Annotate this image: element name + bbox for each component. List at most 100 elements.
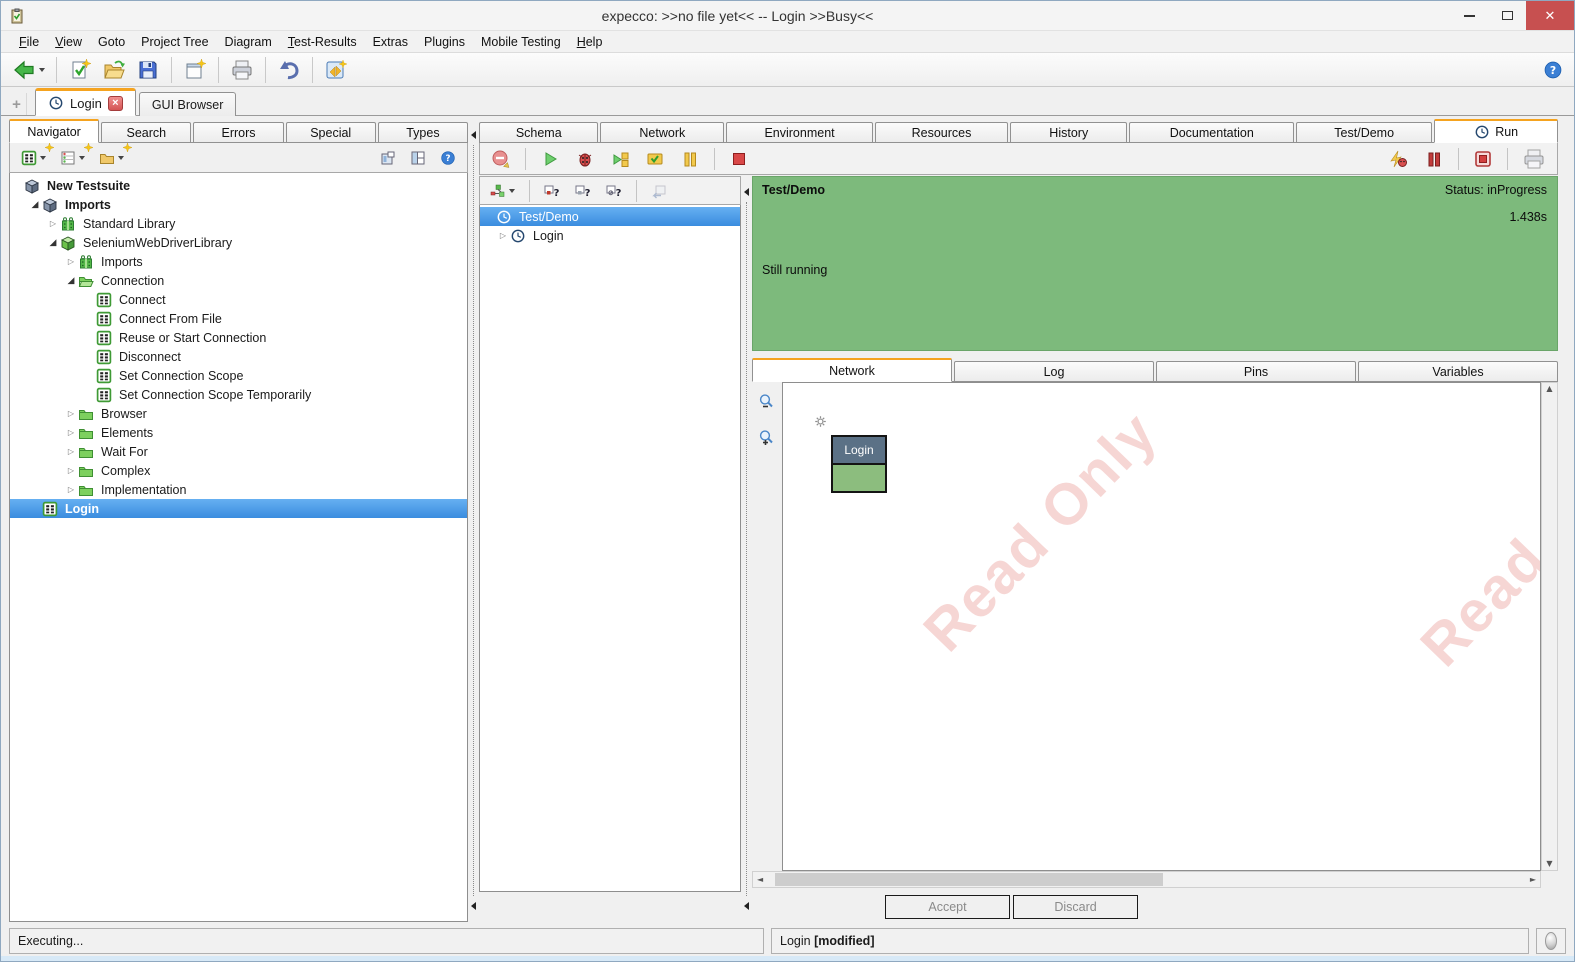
tree-item-browser[interactable]: ▷ Browser (10, 404, 467, 423)
new-testcase-button[interactable] (16, 147, 51, 169)
maximize-button[interactable] (1488, 1, 1526, 30)
tree-item-wait-for[interactable]: ▷ Wait For (10, 442, 467, 461)
debug-run-button[interactable] (570, 146, 600, 172)
activity-item-test-demo[interactable]: Test/Demo (480, 207, 740, 226)
tab-navigator[interactable]: Navigator (9, 119, 99, 143)
undo-button[interactable] (272, 55, 306, 85)
expander-closed-icon[interactable]: ▷ (64, 485, 78, 494)
check-suite-button[interactable] (63, 55, 97, 85)
find-step-button[interactable]: ? (570, 180, 596, 202)
dropdown-icon[interactable] (79, 156, 85, 160)
settings-button[interactable] (319, 55, 353, 85)
menu-goto[interactable]: Goto (90, 33, 133, 51)
zoom-out-button[interactable] (753, 390, 781, 414)
expander-open-icon[interactable]: ◢ (46, 238, 60, 248)
tree-item-connect[interactable]: Connect (10, 290, 467, 309)
tab-gui-browser[interactable]: GUI Browser (139, 92, 237, 116)
expander-closed-icon[interactable]: ▷ (46, 219, 60, 228)
menu-file[interactable]: File (11, 33, 47, 51)
tab-network[interactable]: Network (600, 122, 724, 143)
tab-result-log[interactable]: Log (954, 361, 1154, 382)
step-button[interactable] (605, 146, 635, 172)
schema-splitter[interactable] (741, 176, 752, 922)
login-node[interactable]: Login (831, 435, 887, 493)
tab-login[interactable]: Login × (35, 88, 136, 116)
stop-button[interactable] (724, 146, 754, 172)
new-window-button[interactable] (178, 55, 212, 85)
expander-closed-icon[interactable]: ▷ (64, 447, 78, 456)
tab-environment[interactable]: Environment (726, 122, 873, 143)
accept-button[interactable]: Accept (885, 895, 1010, 919)
tree-item-implementation[interactable]: ▷ Implementation (10, 480, 467, 499)
tree-item-elements[interactable]: ▷ Elements (10, 423, 467, 442)
new-folder-button[interactable] (94, 147, 129, 169)
login-node-header[interactable]: Login (833, 437, 885, 463)
new-list-button[interactable] (55, 147, 90, 169)
horizontal-scrollbar[interactable]: ◄ ► (752, 871, 1541, 888)
help-button[interactable] (1538, 57, 1568, 83)
run-with-report-button[interactable] (640, 146, 670, 172)
menu-project-tree[interactable]: Project Tree (133, 33, 216, 51)
tree-item-set-connection-scope-temporarily[interactable]: Set Connection Scope Temporarily (10, 385, 467, 404)
left-splitter[interactable] (468, 119, 479, 922)
tab-schema[interactable]: Schema (479, 122, 598, 143)
network-view-button[interactable] (485, 180, 520, 202)
find-failed-step-button[interactable]: ? (539, 180, 565, 202)
login-node-body[interactable] (833, 463, 885, 491)
open-button[interactable] (97, 55, 131, 85)
tree-item-reuse-or-start-connection[interactable]: Reuse or Start Connection (10, 328, 467, 347)
debug-breakpoint-button[interactable] (1384, 146, 1414, 172)
save-button[interactable] (131, 55, 165, 85)
tab-result-variables[interactable]: Variables (1358, 361, 1558, 382)
tree-item-connection[interactable]: ◢ Connection (10, 271, 467, 290)
scroll-down-icon[interactable]: ▼ (1546, 860, 1552, 868)
discard-button[interactable]: Discard (1013, 895, 1138, 919)
expander-closed-icon[interactable]: ▷ (64, 428, 78, 437)
zoom-in-button[interactable] (753, 426, 781, 450)
tab-run[interactable]: Run (1434, 119, 1558, 143)
layout-view-button[interactable] (405, 147, 431, 169)
menu-test-results[interactable]: Test-Results (280, 33, 365, 51)
tab-special[interactable]: Special (286, 122, 376, 143)
tree-item-login[interactable]: Login (10, 499, 467, 518)
tab-types[interactable]: Types (378, 122, 468, 143)
tab-history[interactable]: History (1010, 122, 1127, 143)
print-report-button[interactable] (1517, 144, 1551, 174)
clear-results-button[interactable] (486, 146, 516, 172)
activity-item-login[interactable]: ▷ Login (480, 226, 740, 245)
close-button[interactable]: ✕ (1526, 1, 1574, 30)
expander-closed-icon[interactable]: ▷ (64, 257, 78, 266)
tree-item-new-testsuite[interactable]: New Testsuite (10, 176, 467, 195)
tree-item-disconnect[interactable]: Disconnect (10, 347, 467, 366)
expander-open-icon[interactable]: ◢ (64, 276, 78, 286)
expander-closed-icon[interactable]: ▷ (64, 466, 78, 475)
print-button[interactable] (225, 55, 259, 85)
back-dropdown-icon[interactable] (39, 68, 45, 72)
tab-resources[interactable]: Resources (875, 122, 1008, 143)
tree-item-imports-2[interactable]: ▷ Imports (10, 252, 467, 271)
pause-execution-button[interactable] (1419, 146, 1449, 172)
expander-closed-icon[interactable]: ▷ (64, 409, 78, 418)
menu-extras[interactable]: Extras (365, 33, 416, 51)
dropdown-icon[interactable] (40, 156, 46, 160)
tree-item-connect-from-file[interactable]: Connect From File (10, 309, 467, 328)
navigator-help-button[interactable] (435, 147, 461, 169)
find-skipped-step-button[interactable]: ? (601, 180, 627, 202)
close-tab-icon[interactable]: × (108, 96, 123, 111)
tab-search[interactable]: Search (101, 122, 191, 143)
menu-diagram[interactable]: Diagram (217, 33, 280, 51)
tree-item-standard-library[interactable]: ▷ Standard Library (10, 214, 467, 233)
tree-item-imports[interactable]: ◢ Imports (10, 195, 467, 214)
network-canvas[interactable]: Read Only Read Only Login (782, 382, 1541, 871)
scroll-right-icon[interactable]: ► (1530, 876, 1536, 884)
scrollbar-thumb[interactable] (775, 873, 1163, 886)
pause-button[interactable] (675, 146, 705, 172)
tab-result-pins[interactable]: Pins (1156, 361, 1356, 382)
menu-view[interactable]: View (47, 33, 90, 51)
back-button[interactable] (7, 55, 50, 85)
dropdown-icon[interactable] (509, 189, 515, 193)
expander-open-icon[interactable]: ◢ (28, 200, 42, 210)
tab-errors[interactable]: Errors (193, 122, 283, 143)
float-view-button[interactable] (375, 147, 401, 169)
menu-help[interactable]: Help (569, 33, 611, 51)
